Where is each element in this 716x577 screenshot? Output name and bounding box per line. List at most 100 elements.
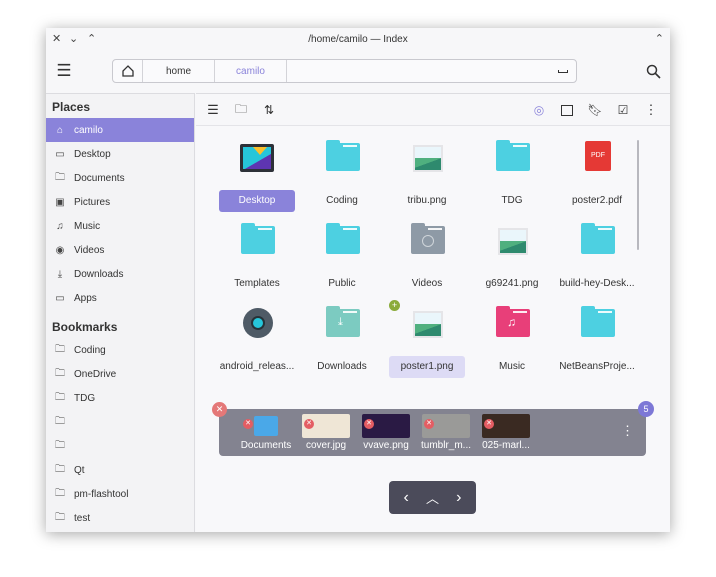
title-bar: ✕ ⌄ ⌃ /home/camilo — Index ⌃ [46,28,670,50]
go-back-icon[interactable]: ‹ [404,489,409,507]
file-item[interactable]: PDF poster2.pdf [555,132,639,212]
file-name: Coding [326,195,358,206]
list-view-icon[interactable]: ☰ [204,101,222,119]
close-window-icon[interactable]: ✕ [52,32,61,45]
file-item[interactable]: Desktop [215,132,299,212]
file-item[interactable]: build-hey-Desk... [555,215,639,295]
folder-icon: 🗀 [55,343,65,355]
bookmark-item[interactable]: 🗀 Coding [46,338,194,362]
selected-item[interactable]: ✕ cover.jpg [302,413,350,453]
file-item[interactable]: g69241.png [470,215,554,295]
folder-icon: 🗀 [55,415,65,427]
search-button[interactable] [642,60,664,82]
bookmark-label: OneDrive [74,368,117,380]
sidebar-item-apps[interactable]: ▭ Apps [46,286,194,310]
file-name: tribu.png [407,195,447,206]
selected-item[interactable]: ✕ vvave.png [362,413,410,453]
bookmark-item[interactable]: 🗀 pm-flashtool [46,482,194,506]
file-item[interactable]: + poster1.png [385,298,469,378]
bookmark-item[interactable]: 🗀 TDG [46,386,194,410]
selected-item[interactable]: ✕ 025-marl... [482,413,530,453]
file-name: TDG [501,195,523,206]
add-to-selection-icon[interactable]: + [389,300,400,311]
file-name: NetBeansProje... [559,361,635,372]
clear-selection-icon[interactable]: ✕ [212,402,227,417]
bookmark-label: test [74,512,91,524]
file-name: build-hey-Desk... [559,278,635,289]
sidebar-item-downloads[interactable]: ⤓ Downloads [46,262,194,286]
remove-item-icon[interactable]: ✕ [364,419,374,429]
scrollbar[interactable] [637,140,639,250]
image-icon [407,302,447,342]
remove-item-icon[interactable]: ✕ [484,419,494,429]
bookmark-item[interactable]: 🗀 OneDrive [46,362,194,386]
selection-menu-icon[interactable]: ⋮ [621,423,634,439]
sidebar-item-music[interactable]: ♫ Music [46,214,194,238]
video-icon: ◉ [55,244,65,256]
file-name: g69241.png [485,278,539,289]
path-edit-button[interactable] [287,60,576,82]
maximize-window-icon[interactable]: ⌃ [87,32,96,45]
pdf-icon: PDF [577,136,617,176]
file-item[interactable]: Templates [215,215,299,295]
file-item[interactable]: android_releas... [215,298,299,378]
preview-icon[interactable] [558,101,576,119]
remove-item-icon[interactable]: ✕ [424,419,434,429]
bookmark-item[interactable]: 🗀 Qt [46,458,194,482]
sidebar: Places ⌂ camilo ▭ Desktop 🗀 Documents ▣ Picture… [46,93,195,532]
file-grid: Desktop Coding tribu.png TDG PDF poster2… [196,126,670,532]
sidebar-item-label: Videos [74,244,105,256]
search-icon [646,64,661,79]
crumb-camilo[interactable]: camilo [215,60,287,82]
minimize-window-icon[interactable]: ⌄ [69,32,78,45]
file-item[interactable]: ♫ Music [470,298,554,378]
sidebar-item-label: Apps [74,292,97,304]
hidden-files-icon[interactable]: ◎ [530,101,548,119]
sidebar-item-documents[interactable]: 🗀 Documents [46,166,194,190]
file-item[interactable]: tribu.png [385,132,469,212]
sidebar-item-label: Desktop [74,148,111,160]
path-bar[interactable]: home camilo [112,59,577,83]
download-icon: ⤓ [57,268,63,280]
sidebar-item-desktop[interactable]: ▭ Desktop [46,142,194,166]
bookmark-item[interactable]: 🗀 [46,434,194,458]
sidebar-item-camilo[interactable]: ⌂ camilo [46,118,194,142]
select-mode-icon[interactable]: ☑ [614,101,632,119]
music-icon: ♫ [56,220,64,232]
more-options-icon[interactable]: ⋮ [644,101,658,119]
keep-above-icon[interactable]: ⌃ [655,32,664,45]
sort-icon[interactable]: ⇅ [260,101,278,119]
folder-icon: 🗀 [55,367,65,379]
gear-icon [237,302,277,342]
bookmark-item[interactable]: 🗀 test [46,506,194,530]
desktop-icon: ▭ [55,148,65,160]
menu-icon[interactable]: ☰ [54,60,74,82]
bookmark-icon[interactable]: 🔖︎ [586,101,604,119]
crumb-home[interactable]: home [143,60,215,82]
selected-item-name: Documents [240,440,292,451]
sidebar-item-pictures[interactable]: ▣ Pictures [46,190,194,214]
go-forward-icon[interactable]: › [456,489,461,507]
folder-icon: 🗀 [55,511,65,523]
file-item[interactable]: Public [300,215,384,295]
file-item[interactable]: TDG [470,132,554,212]
selected-item-name: vvave.png [363,440,409,451]
file-item[interactable]: NetBeansProje... [555,298,639,378]
remove-item-icon[interactable]: ✕ [243,419,253,429]
folder-icon: 🗀 [55,171,65,183]
selected-item[interactable]: ✕ Documents [241,413,291,453]
main-view: ☰ 🗀 ⇅ ◎ 🔖︎ ☑ ⋮ Desktop Coding tribu.png … [196,93,670,532]
sidebar-item-label: Downloads [74,268,124,280]
selected-item[interactable]: ✕ tumblr_m... [421,413,471,453]
bookmark-label: Coding [74,344,106,356]
sidebar-item-videos[interactable]: ◉ Videos [46,238,194,262]
bookmark-item[interactable]: 🗀 [46,410,194,434]
home-crumb-button[interactable] [113,60,143,82]
file-item[interactable]: Videos [385,215,469,295]
file-item[interactable]: ⤓ Downloads [300,298,384,378]
file-item[interactable]: Coding [300,132,384,212]
folder-icon: 🗀 [55,391,65,403]
new-folder-icon[interactable]: 🗀 [232,101,250,119]
remove-item-icon[interactable]: ✕ [304,419,314,429]
go-up-icon[interactable]: ︿ [426,488,439,507]
